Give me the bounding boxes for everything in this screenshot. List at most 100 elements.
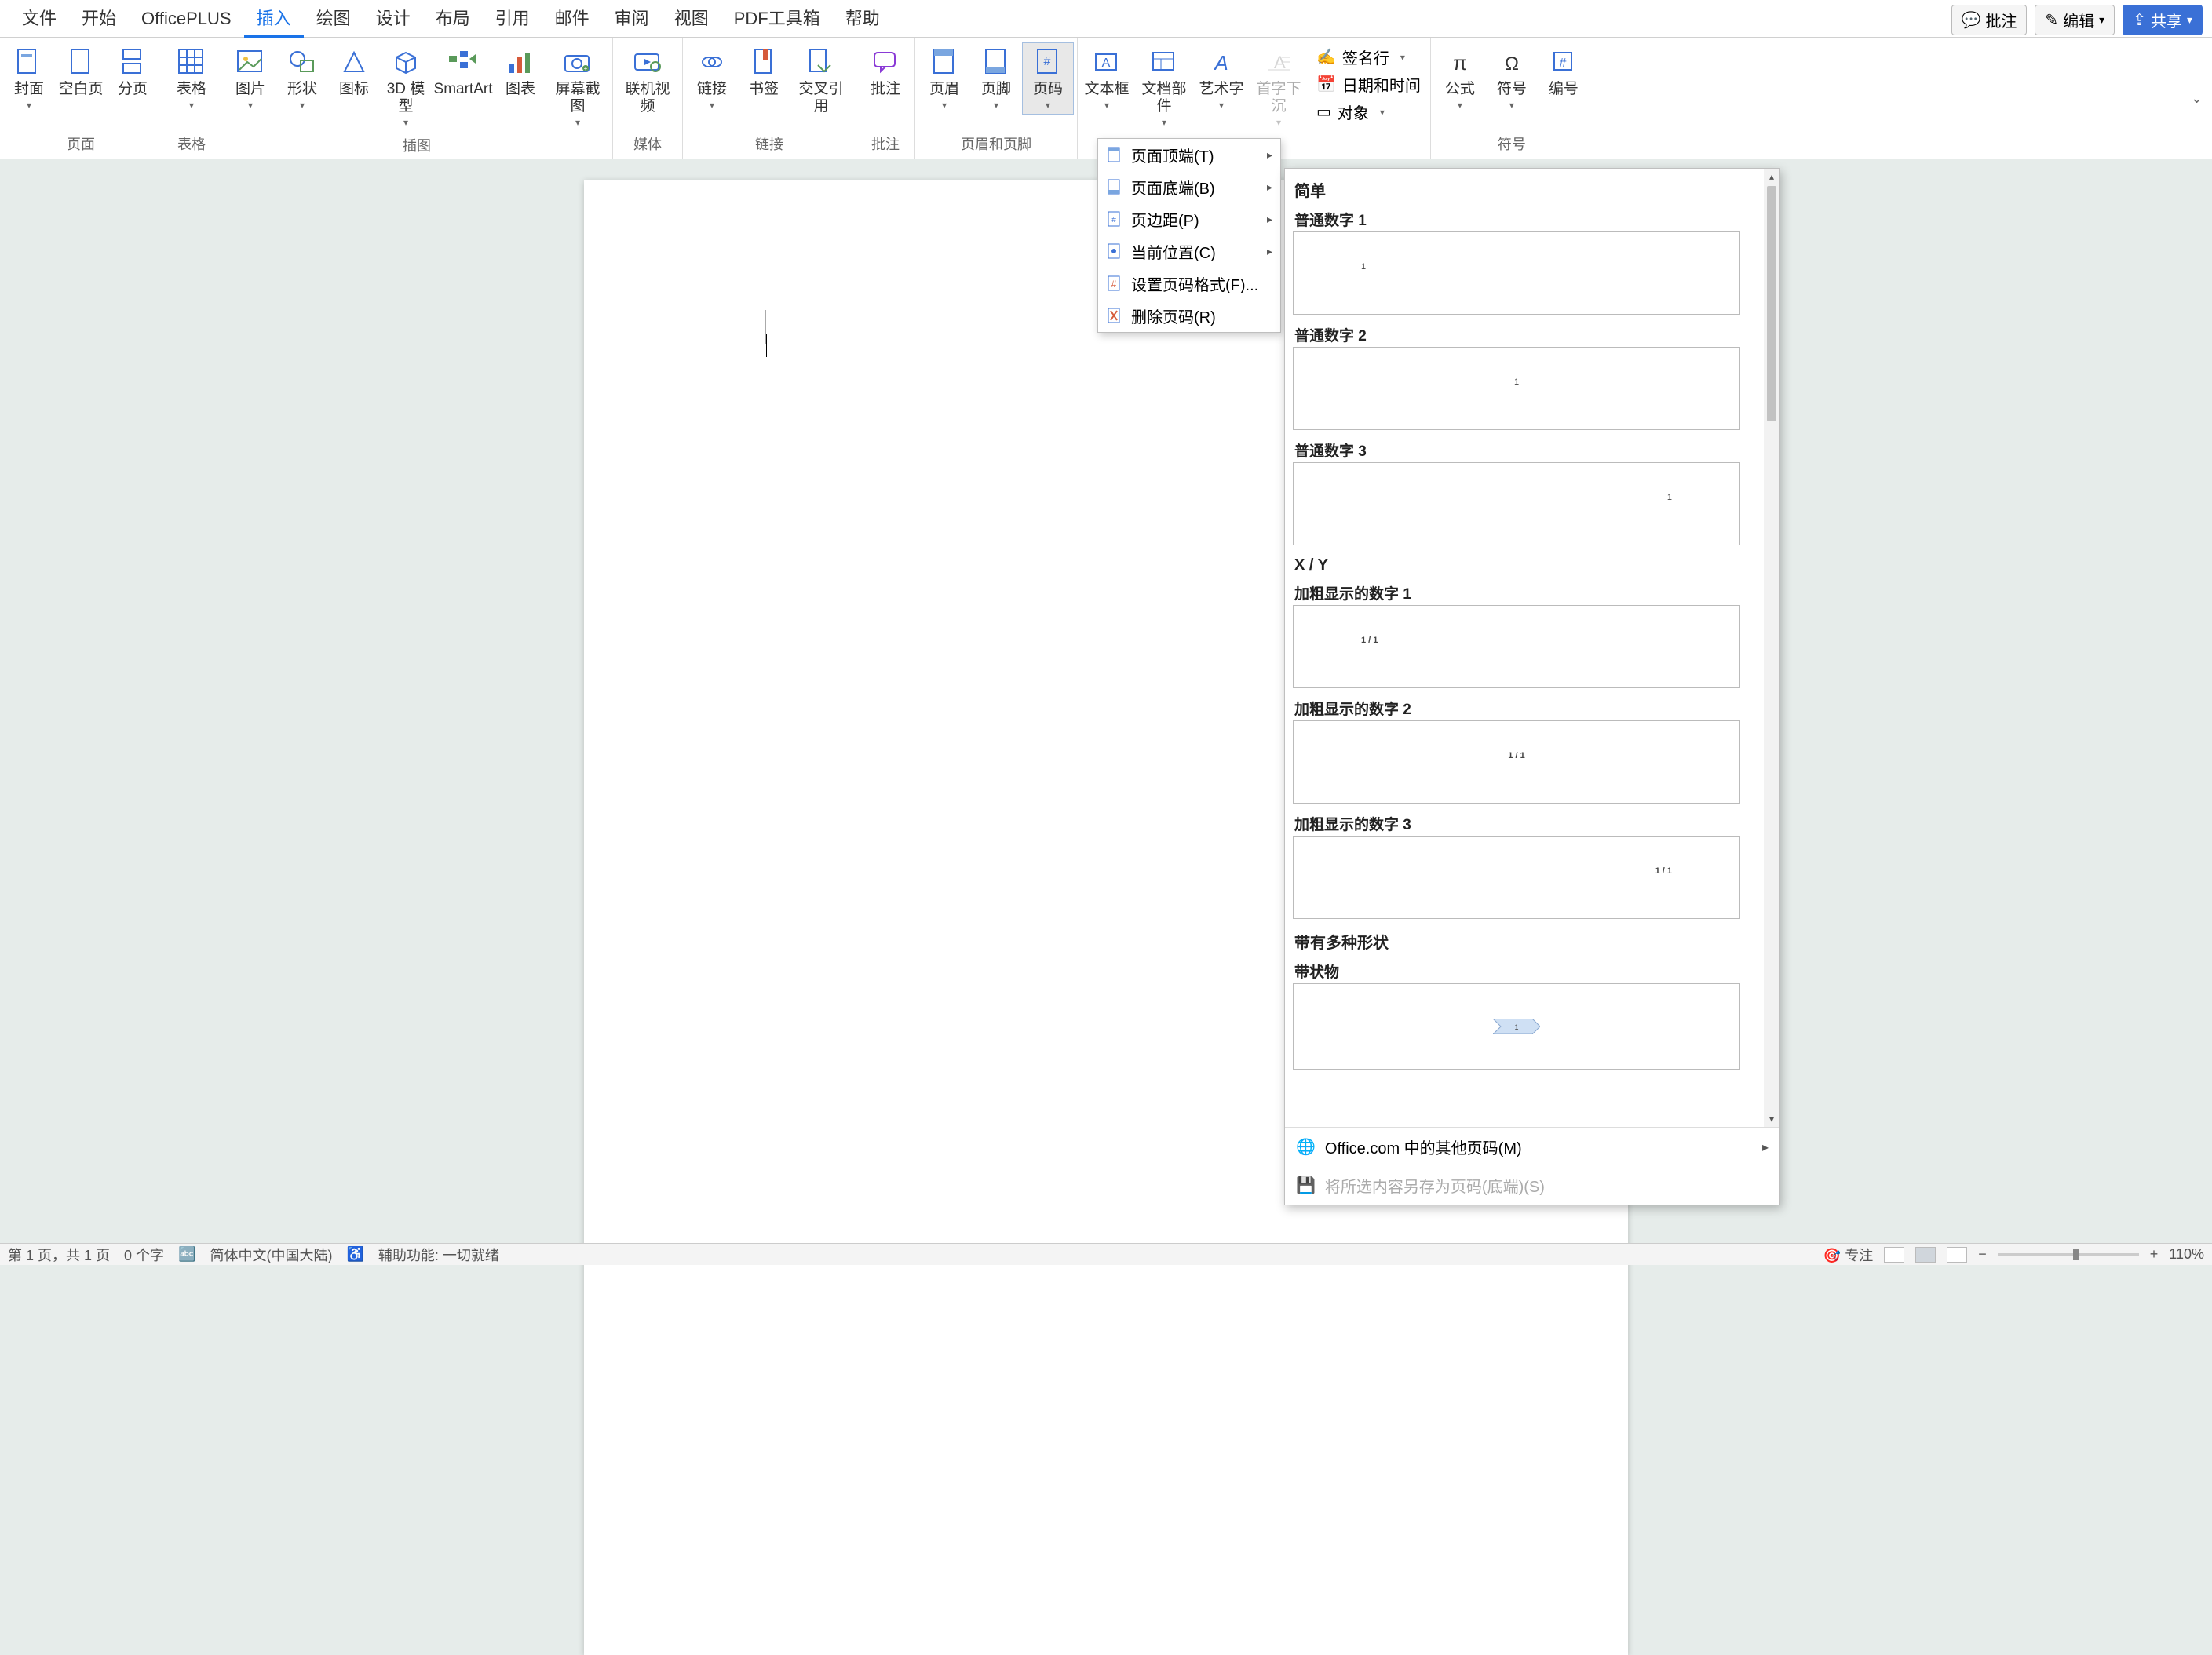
gallery-more-office[interactable]: 🌐 Office.com 中的其他页码(M) ▸ — [1285, 1128, 1779, 1166]
gallery-item-plain-3[interactable]: 1 — [1293, 462, 1740, 545]
status-word-count[interactable]: 0 个字 — [124, 1245, 164, 1265]
status-spellcheck-icon[interactable]: 🔤 — [178, 1246, 195, 1263]
cross-reference-button[interactable]: 交叉引用 — [790, 42, 852, 119]
tab-home[interactable]: 开始 — [69, 0, 129, 38]
gallery-save-label: 将所选内容另存为页码(底端)(S) — [1325, 1174, 1545, 1197]
tab-insert[interactable]: 插入 — [244, 0, 304, 38]
table-label: 表格 — [177, 81, 206, 98]
link-label: 链接 — [697, 81, 727, 98]
shapes-button[interactable]: 形状 ▾ — [276, 42, 328, 115]
header-button[interactable]: 页眉 ▾ — [918, 42, 970, 115]
tab-design[interactable]: 设计 — [363, 0, 423, 38]
gallery-section-simple: 简单 — [1293, 172, 1773, 204]
smartart-button[interactable]: SmartArt — [432, 42, 495, 102]
tab-review[interactable]: 审阅 — [602, 0, 662, 38]
svg-text:+: + — [584, 65, 588, 72]
status-page-info[interactable]: 第 1 页，共 1 页 — [8, 1245, 110, 1265]
status-accessibility[interactable]: 辅助功能: 一切就绪 — [378, 1245, 499, 1265]
page-number-button[interactable]: # 页码 ▾ — [1022, 42, 1074, 115]
equation-button[interactable]: π 公式 ▾ — [1434, 42, 1486, 115]
date-time-button[interactable]: 📅 日期和时间 — [1316, 73, 1421, 96]
print-layout-button[interactable] — [1915, 1247, 1936, 1263]
tab-mailings[interactable]: 邮件 — [542, 0, 602, 38]
tab-draw[interactable]: 绘图 — [304, 0, 363, 38]
textbox-button[interactable]: A 文本框 ▾ — [1081, 42, 1133, 115]
gallery-scrollbar[interactable]: ▴ ▾ — [1764, 169, 1779, 1127]
tab-view[interactable]: 视图 — [662, 0, 721, 38]
gallery-item-ribbon[interactable]: 1 — [1293, 983, 1740, 1070]
zoom-value[interactable]: 110% — [2169, 1246, 2204, 1263]
comment-button[interactable]: 批注 — [860, 42, 911, 102]
cross-ref-label: 交叉引用 — [792, 81, 850, 115]
gallery-item-plain-1-label: 普通数字 1 — [1293, 204, 1773, 231]
web-layout-button[interactable] — [1947, 1247, 1967, 1263]
3d-models-button[interactable]: 3D 模型 ▾ — [380, 42, 432, 132]
preview-number: 1 — [1361, 262, 1366, 272]
share-button[interactable]: ⇪ 共享 ▾ — [2123, 5, 2203, 35]
group-tables: 表格 ▾ 表格 — [162, 38, 221, 159]
parts-icon — [1148, 46, 1180, 78]
gallery-item-plain-2[interactable]: 1 — [1293, 347, 1740, 430]
ribbon-expand-button[interactable]: ⌄ — [2181, 38, 2212, 159]
symbol-button[interactable]: Ω 符号 ▾ — [1486, 42, 1538, 115]
object-button[interactable]: ▭ 对象 ▾ — [1316, 100, 1421, 123]
scroll-thumb[interactable] — [1767, 186, 1776, 421]
blank-page-label: 空白页 — [58, 81, 103, 98]
link-button[interactable]: 链接 ▾ — [686, 42, 738, 115]
gallery-item-bold-3[interactable]: 1 / 1 — [1293, 836, 1740, 919]
drop-cap-button[interactable]: A 首字下沉 ▾ — [1247, 42, 1310, 132]
scroll-down-icon[interactable]: ▾ — [1769, 1111, 1774, 1127]
bookmark-button[interactable]: 书签 — [738, 42, 790, 102]
tab-layout[interactable]: 布局 — [423, 0, 483, 38]
signature-line-button[interactable]: ✍ 签名行 ▾ — [1316, 46, 1421, 68]
focus-mode-button[interactable]: 🎯 专注 — [1823, 1245, 1873, 1265]
screenshot-button[interactable]: + 屏幕截图 ▾ — [546, 42, 609, 132]
gallery-item-bold-2[interactable]: 1 / 1 — [1293, 720, 1740, 804]
zoom-slider-knob[interactable] — [2073, 1249, 2079, 1260]
editing-mode-button[interactable]: ✎ 编辑 ▾ — [2035, 5, 2115, 35]
menu-remove-page-number[interactable]: 删除页码(R) — [1098, 300, 1280, 332]
zoom-out-button[interactable]: − — [1978, 1246, 1987, 1263]
menu-format-page-number[interactable]: # 设置页码格式(F)... — [1098, 268, 1280, 300]
tab-help[interactable]: 帮助 — [833, 0, 892, 38]
read-mode-button[interactable] — [1884, 1247, 1904, 1263]
omega-icon: Ω — [1496, 46, 1528, 78]
gallery-item-bold-1[interactable]: 1 / 1 — [1293, 605, 1740, 688]
scroll-up-icon[interactable]: ▴ — [1769, 169, 1774, 184]
online-video-button[interactable]: 联机视频 — [616, 42, 679, 119]
footer-button[interactable]: 页脚 ▾ — [970, 42, 1022, 115]
group-header-footer: 页眉 ▾ 页脚 ▾ # 页码 ▾ 页眉和页脚 — [915, 38, 1078, 159]
format-icon: # — [1106, 275, 1123, 293]
menu-current-position[interactable]: 当前位置(C) ▸ — [1098, 235, 1280, 268]
menu-label: 页面顶端(T) — [1131, 144, 1214, 166]
chart-button[interactable]: 图表 — [495, 42, 546, 102]
equation-label: 公式 — [1445, 81, 1475, 98]
page-break-button[interactable]: 分页 — [107, 42, 159, 102]
group-links: 链接 ▾ 书签 交叉引用 链接 — [683, 38, 856, 159]
cover-page-button[interactable]: 封面 ▾ — [3, 42, 55, 115]
quick-parts-button[interactable]: 文档部件 ▾ — [1133, 42, 1195, 132]
tab-officeplus[interactable]: OfficePLUS — [129, 0, 244, 38]
menu-page-margins[interactable]: # 页边距(P) ▸ — [1098, 203, 1280, 235]
zoom-in-button[interactable]: + — [2150, 1246, 2159, 1263]
pictures-button[interactable]: 图片 ▾ — [224, 42, 276, 115]
tab-file[interactable]: 文件 — [9, 0, 69, 38]
drop-cap-icon: A — [1263, 46, 1294, 78]
menu-bottom-of-page[interactable]: 页面底端(B) ▸ — [1098, 171, 1280, 203]
chevron-down-icon: ▾ — [1162, 117, 1166, 128]
comments-button[interactable]: 💬 批注 — [1951, 5, 2028, 35]
wordart-button[interactable]: A 艺术字 ▾ — [1195, 42, 1247, 115]
tab-pdftools[interactable]: PDF工具箱 — [721, 0, 833, 38]
gallery-item-plain-1[interactable]: 1 — [1293, 231, 1740, 315]
number-button[interactable]: # 编号 — [1538, 42, 1590, 102]
group-links-label: 链接 — [683, 130, 856, 159]
blank-page-button[interactable]: 空白页 — [55, 42, 107, 102]
table-button[interactable]: 表格 ▾ — [166, 42, 217, 115]
status-language[interactable]: 简体中文(中国大陆) — [210, 1245, 332, 1265]
icons-button[interactable]: 图标 — [328, 42, 380, 102]
textbox-label: 文本框 — [1084, 81, 1129, 98]
zoom-slider[interactable] — [1998, 1253, 2139, 1256]
menu-top-of-page[interactable]: 页面顶端(T) ▸ — [1098, 139, 1280, 171]
tab-references[interactable]: 引用 — [483, 0, 542, 38]
focus-label: 专注 — [1845, 1248, 1873, 1263]
